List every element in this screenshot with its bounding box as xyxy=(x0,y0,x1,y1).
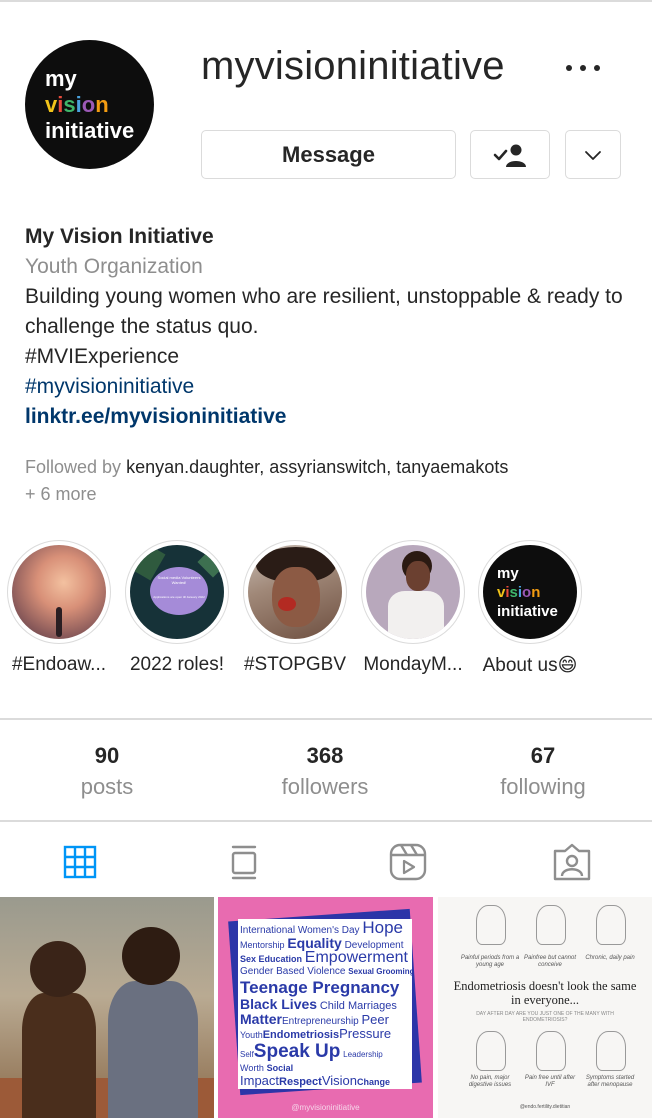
tab-guides[interactable] xyxy=(224,842,264,882)
stat-label: following xyxy=(500,774,586,799)
tagged-icon xyxy=(553,843,591,881)
highlight-label: MondayM... xyxy=(363,654,463,675)
stat-following[interactable]: 67 following xyxy=(443,742,643,804)
highlight-label: #STOPGBV xyxy=(243,654,347,675)
top-divider xyxy=(0,0,652,2)
bio-category: Youth Organization xyxy=(25,255,203,278)
tab-reels[interactable] xyxy=(388,842,428,882)
highlight-cover: Social media Volunteers Wanted! Applicat… xyxy=(130,545,224,639)
divider xyxy=(0,820,652,822)
highlight-cover xyxy=(366,545,460,639)
followed-by-prefix: Followed by xyxy=(25,457,127,477)
profile-avatar[interactable]: my vision initiative xyxy=(25,40,154,169)
highlight-cover-text: Applications are open till January 2022 xyxy=(153,595,205,599)
chevron-down-icon xyxy=(585,150,601,160)
stat-value: 90 xyxy=(94,743,120,768)
story-highlight[interactable]: MondayM... xyxy=(361,540,465,676)
bio-hashtag-link[interactable]: #myvisioninitiative xyxy=(25,372,640,402)
followed-by-user[interactable]: kenyan.daughter xyxy=(126,457,259,477)
post-thumbnail[interactable]: International Women's Day Hope Mentorshi… xyxy=(218,897,433,1118)
highlight-cover: my vision initiative xyxy=(483,545,577,639)
followed-by-user[interactable]: assyrianswitch xyxy=(269,457,386,477)
highlight-label: 2022 roles! xyxy=(129,654,224,675)
post-thumbnail[interactable]: Painful periods from a young age Painfre… xyxy=(438,897,652,1118)
guide-icon xyxy=(231,845,257,880)
bio-name: My Vision Initiative xyxy=(25,225,214,248)
stat-value: 368 xyxy=(306,743,344,768)
following-button[interactable] xyxy=(470,130,550,179)
followed-by[interactable]: Followed by kenyan.daughter, assyrianswi… xyxy=(25,454,640,508)
stat-value: 67 xyxy=(530,743,556,768)
bio-website-link[interactable]: linktr.ee/myvisioninitiative xyxy=(25,402,640,432)
stat-followers[interactable]: 368 followers xyxy=(225,742,425,804)
story-highlight[interactable]: #Endoaw... xyxy=(7,540,111,676)
bio-text: Building young women who are resilient, … xyxy=(25,285,623,338)
followed-by-user[interactable]: tanyaemakots xyxy=(396,457,508,477)
highlight-label: About us😄 xyxy=(482,655,578,676)
tab-posts[interactable] xyxy=(60,842,100,882)
reels-icon xyxy=(389,843,427,881)
story-highlight[interactable]: Social media Volunteers Wanted! Applicat… xyxy=(125,540,229,676)
tab-tagged[interactable] xyxy=(552,842,592,882)
avatar-logo-line1: my xyxy=(45,65,77,91)
highlight-cover xyxy=(248,545,342,639)
stat-label: posts xyxy=(80,774,134,799)
avatar-logo-line2: vision xyxy=(45,91,109,117)
grid-icon xyxy=(63,845,97,879)
stat-label: followers xyxy=(281,774,369,799)
highlight-cover xyxy=(12,545,106,639)
word-cloud: International Women's Day Hope Mentorshi… xyxy=(238,919,412,1089)
profile-username: myvisioninitiative xyxy=(201,44,505,88)
post-headline: Endometriosis doesn't look the same in e… xyxy=(453,979,637,1007)
more-horizontal-icon xyxy=(566,65,572,71)
story-highlight[interactable]: #STOPGBV xyxy=(243,540,347,676)
avatar-logo-line3: initiative xyxy=(45,117,135,143)
post-thumbnail[interactable] xyxy=(0,897,214,1118)
person-check-icon xyxy=(493,144,526,167)
profile-bio: My Vision Initiative Youth Organization … xyxy=(25,222,640,432)
suggested-dropdown-button[interactable] xyxy=(565,130,621,179)
story-highlight[interactable]: my vision initiative About us😄 xyxy=(478,540,582,677)
message-button[interactable]: Message xyxy=(201,130,456,179)
stat-posts[interactable]: 90 posts xyxy=(7,742,207,804)
more-options-button[interactable] xyxy=(562,54,604,82)
divider xyxy=(0,718,652,720)
post-watermark: @myvisioninitiative xyxy=(291,1103,360,1112)
highlight-label: #Endoaw... xyxy=(11,654,107,675)
followed-by-more[interactable]: + 6 more xyxy=(25,484,97,504)
highlight-cover-text: Social media Volunteers Wanted! xyxy=(157,575,201,585)
bio-hashtag-mviexperience: #MVIExperience xyxy=(25,345,180,368)
